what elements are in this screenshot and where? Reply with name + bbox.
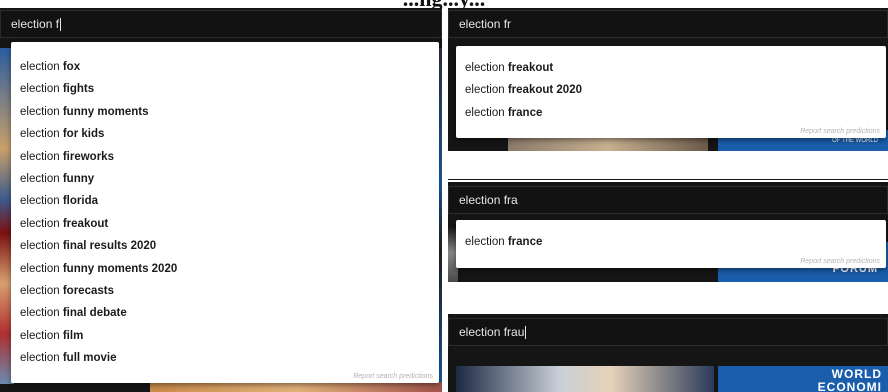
search-query: election frau	[459, 325, 525, 339]
suggestion-prefix: election	[20, 285, 63, 297]
right-panel-2: FORUM election fra Report search predict…	[448, 182, 888, 310]
suggestion-prefix: election	[20, 329, 63, 342]
suggestion-completion: florida	[62, 195, 98, 208]
video-thumbnail-wef[interactable]: WORLD ECONOMI	[718, 366, 888, 392]
right-panel-1: OF THE WORLD election fr Report search p…	[448, 8, 888, 180]
suggestion-prefix: election	[20, 262, 63, 275]
white-area	[448, 151, 888, 179]
right-panel-3: election frau WORLD ECONOMI	[448, 314, 888, 392]
suggestion-completion: france	[507, 106, 543, 119]
search-query: election fra	[459, 193, 518, 207]
suggestion-prefix: election	[465, 236, 508, 248]
suggestion-prefix: election	[20, 352, 63, 365]
suggestion-prefix: election	[20, 128, 63, 141]
suggestion-completion: for kids	[62, 128, 105, 141]
suggestion-prefix: election	[465, 62, 508, 74]
suggestion-item[interactable]: election final debate	[20, 307, 127, 319]
suggestion-prefix: election	[20, 83, 63, 96]
text-caret	[60, 18, 62, 32]
suggestion-item[interactable]: election freakout 2020	[465, 84, 582, 96]
suggestion-item[interactable]: election funny moments	[20, 106, 148, 118]
suggestion-completion: full movie	[62, 352, 117, 365]
thumbnail-text: OF THE WORLD	[832, 138, 878, 144]
suggestion-completion: fox	[62, 61, 81, 73]
suggestion-item[interactable]: election funny	[20, 173, 94, 185]
suggestion-item[interactable]: election fights	[20, 83, 94, 95]
suggestion-item[interactable]: election forecasts	[20, 285, 114, 297]
report-predictions-link[interactable]: Report search predictions	[800, 128, 880, 135]
suggestion-prefix: election	[20, 195, 63, 208]
suggestion-completion: funny	[62, 173, 95, 185]
suggestion-completion: forecasts	[62, 285, 114, 297]
white-area	[448, 282, 888, 310]
suggestion-prefix: election	[20, 61, 63, 73]
suggestion-completion: freakout	[62, 217, 109, 230]
video-thumbnail-person[interactable]	[456, 366, 714, 392]
suggestion-prefix: election	[20, 173, 63, 185]
report-predictions-link[interactable]: Report search predictions	[800, 258, 880, 265]
suggestions-dropdown: Report search predictions election freak…	[456, 46, 886, 138]
suggestion-completion: fights	[62, 83, 95, 96]
suggestion-prefix: election	[20, 217, 63, 230]
suggestion-item[interactable]: election film	[20, 330, 83, 342]
suggestion-prefix: election	[20, 240, 63, 253]
suggestion-item[interactable]: election florida	[20, 195, 98, 207]
suggestion-prefix: election	[20, 150, 63, 163]
suggestion-prefix: election	[20, 105, 63, 118]
suggestion-completion: final debate	[62, 307, 127, 320]
report-predictions-link[interactable]: Report search predictions	[353, 373, 433, 380]
suggestion-completion: fireworks	[62, 150, 114, 163]
search-query: election f	[11, 17, 60, 31]
suggestion-prefix: election	[20, 307, 63, 320]
text-caret	[525, 326, 527, 340]
suggestion-item[interactable]: election final results 2020	[20, 240, 156, 252]
suggestion-completion: final results 2020	[62, 240, 157, 253]
suggestion-item[interactable]: election fox	[20, 61, 80, 73]
suggestion-prefix: election	[465, 106, 508, 119]
suggestion-item[interactable]: election fireworks	[20, 151, 114, 163]
search-input[interactable]: election fr	[448, 10, 888, 38]
suggestion-item[interactable]: election funny moments 2020	[20, 263, 177, 275]
suggestion-item[interactable]: election france	[465, 107, 542, 119]
suggestion-completion: funny moments	[62, 105, 149, 118]
thumbnail-text: WORLD	[831, 367, 882, 381]
suggestion-item[interactable]: election france	[465, 236, 542, 248]
search-input[interactable]: election f	[0, 10, 442, 38]
suggestion-prefix: election	[465, 84, 508, 97]
suggestion-item[interactable]: election freakout	[20, 218, 108, 230]
suggestion-completion: freakout 2020	[507, 84, 582, 97]
suggestion-item[interactable]: election freakout	[465, 62, 553, 74]
search-input[interactable]: election fra	[448, 186, 888, 214]
search-input[interactable]: election frau	[448, 318, 888, 346]
suggestion-completion: freakout	[507, 62, 554, 74]
suggestion-completion: funny moments 2020	[62, 262, 178, 275]
thumbnail-text: ECONOMI	[817, 380, 882, 392]
suggestion-item[interactable]: election for kids	[20, 128, 104, 140]
left-panel: election f Report search predictions ele…	[0, 8, 442, 392]
suggestion-completion: france	[507, 236, 543, 248]
suggestion-item[interactable]: election full movie	[20, 352, 117, 364]
search-query: election fr	[459, 17, 512, 31]
thumbnail-bottom[interactable]	[150, 382, 442, 392]
suggestion-completion: film	[62, 329, 84, 342]
suggestions-dropdown: Report search predictions election franc…	[456, 220, 886, 268]
suggestions-dropdown: Report search predictions election fox el…	[11, 42, 439, 383]
